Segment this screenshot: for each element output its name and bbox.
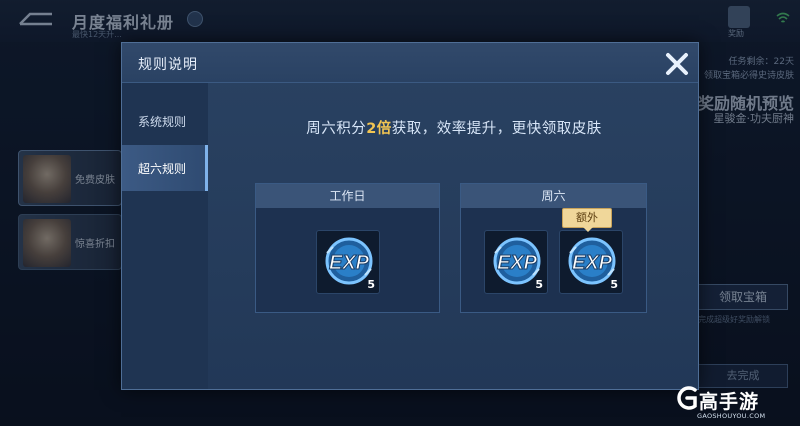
extra-badge: 额外 bbox=[562, 208, 612, 228]
tab-super-six-rules[interactable]: 超六规则 bbox=[122, 145, 208, 191]
close-icon[interactable] bbox=[662, 49, 692, 79]
saturday-panel: 周六 EXP 5 EXP 5 额外 bbox=[460, 183, 647, 313]
workday-header: 工作日 bbox=[256, 184, 439, 208]
headline-text: 周六积分 bbox=[306, 121, 367, 137]
exp-count: 5 bbox=[367, 278, 375, 291]
rules-headline: 周六积分2倍获取，效率提升，更快领取皮肤 bbox=[208, 117, 700, 138]
watermark-url: GAOSHOUYOU.COM bbox=[697, 412, 766, 420]
modal-header: 规则说明 bbox=[122, 43, 698, 83]
headline-highlight: 2倍 bbox=[366, 121, 392, 137]
headline-text: 获取，效率提升，更快领取皮肤 bbox=[391, 121, 602, 137]
extra-badge-pointer bbox=[583, 227, 593, 232]
exp-item: EXP 5 bbox=[316, 230, 380, 294]
saturday-header: 周六 bbox=[461, 184, 646, 208]
workday-panel: 工作日 EXP 5 bbox=[255, 183, 440, 313]
svg-text:EXP: EXP bbox=[329, 252, 370, 274]
tab-system-rules[interactable]: 系统规则 bbox=[122, 98, 208, 144]
svg-text:EXP: EXP bbox=[572, 252, 613, 274]
exp-count: 5 bbox=[535, 278, 543, 291]
exp-count: 5 bbox=[610, 278, 618, 291]
watermark-logo-icon bbox=[677, 386, 697, 410]
svg-text:EXP: EXP bbox=[497, 252, 538, 274]
watermark-text: 高手游 bbox=[699, 391, 760, 413]
modal-title: 规则说明 bbox=[138, 57, 198, 73]
exp-item: EXP 5 bbox=[484, 230, 548, 294]
exp-item-extra: EXP 5 bbox=[559, 230, 623, 294]
rules-modal: 规则说明 系统规则 超六规则 周六积分2倍获取，效率提升，更快领取皮肤 工作日 … bbox=[121, 42, 699, 390]
